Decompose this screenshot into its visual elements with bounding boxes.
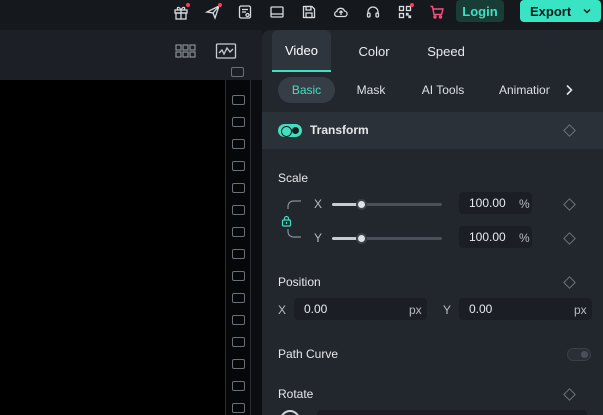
subtab-mask[interactable]: Mask: [344, 77, 398, 103]
film-hole: [232, 337, 245, 347]
tab-color[interactable]: Color: [342, 30, 406, 72]
scale-x-unit: %: [519, 197, 530, 211]
position-label: Position: [278, 275, 321, 289]
gift-icon[interactable]: [171, 2, 191, 22]
position-y-value: 0.00: [469, 302, 493, 316]
chevron-down-icon[interactable]: [582, 6, 592, 16]
save-icon[interactable]: [299, 2, 319, 22]
path-curve-toggle[interactable]: [567, 348, 591, 361]
filmstrip: [225, 80, 251, 415]
export-button[interactable]: Export: [520, 0, 601, 22]
scale-x-value: 100.00: [469, 196, 506, 210]
tab-video[interactable]: Video: [272, 30, 331, 72]
subtab-basic[interactable]: Basic: [278, 77, 335, 103]
notification-dot: [218, 3, 222, 7]
layout-icon[interactable]: [267, 2, 287, 22]
film-hole: [232, 161, 245, 171]
film-hole: [232, 139, 245, 149]
keyframe-diamond-icon[interactable]: [563, 124, 576, 137]
rotate-input[interactable]: [317, 410, 587, 415]
scale-y-value: 100.00: [469, 230, 506, 244]
headset-icon[interactable]: [363, 2, 383, 22]
path-curve-label: Path Curve: [278, 347, 339, 361]
film-hole: [232, 117, 245, 127]
preview-toolbar: [0, 30, 262, 80]
keyframe-diamond-icon[interactable]: [563, 388, 576, 401]
sub-tabs: Basic Mask AI Tools Animation: [262, 72, 603, 108]
send-icon[interactable]: [203, 2, 223, 22]
keyframe-diamond-icon[interactable]: [563, 276, 576, 289]
film-hole: [232, 293, 245, 303]
film-hole: [231, 67, 244, 77]
film-hole: [232, 359, 245, 369]
rotate-dial[interactable]: [280, 410, 300, 415]
position-y-unit: px: [574, 303, 587, 317]
rotate-label: Rotate: [278, 387, 314, 401]
scale-y-slider-knob[interactable]: [356, 233, 367, 244]
notification-dot: [410, 3, 414, 7]
film-hole: [232, 315, 245, 325]
scale-x-label: X: [314, 197, 323, 211]
film-hole: [232, 381, 245, 391]
tab-speed[interactable]: Speed: [417, 30, 475, 72]
transform-header: Transform: [262, 112, 603, 149]
keyframe-diamond-icon[interactable]: [563, 232, 576, 245]
cloud-upload-icon[interactable]: [331, 2, 351, 22]
film-hole: [232, 183, 245, 193]
property-panel: Video Color Speed Basic Mask AI Tools An…: [262, 30, 603, 415]
scale-y-unit: %: [519, 231, 530, 245]
transform-title: Transform: [310, 123, 369, 137]
position-x-value: 0.00: [304, 302, 328, 316]
position-x-label: X: [278, 303, 287, 317]
film-hole: [232, 205, 245, 215]
scale-y-slider[interactable]: [332, 237, 442, 240]
film-hole: [232, 271, 245, 281]
film-hole: [232, 227, 245, 237]
position-x-input[interactable]: 0.00: [294, 298, 427, 320]
film-hole: [232, 249, 245, 259]
position-y-label: Y: [443, 303, 452, 317]
preview-edge: [251, 80, 262, 415]
grid-icon[interactable]: [395, 2, 415, 22]
grid-view-icon[interactable]: [175, 42, 197, 60]
scale-label: Scale: [278, 171, 309, 185]
main-tabs: Video Color Speed: [262, 30, 603, 72]
position-x-unit: px: [409, 303, 422, 317]
export-label: Export: [530, 3, 572, 19]
notes-icon[interactable]: [235, 2, 255, 22]
scale-x-slider-knob[interactable]: [356, 199, 367, 210]
preview-panel: [0, 30, 262, 415]
waveform-icon[interactable]: [215, 42, 237, 60]
position-y-input[interactable]: 0.00: [459, 298, 592, 320]
film-hole: [232, 403, 245, 413]
film-hole: [232, 95, 245, 105]
lock-icon[interactable]: [281, 215, 292, 227]
scale-x-slider[interactable]: [332, 203, 442, 206]
keyframe-diamond-icon[interactable]: [563, 198, 576, 211]
chevron-right-icon[interactable]: [562, 83, 576, 97]
scale-y-label: Y: [314, 231, 323, 245]
cart-icon[interactable]: [427, 2, 447, 22]
login-button[interactable]: Login: [456, 0, 504, 22]
transform-toggle[interactable]: [278, 124, 302, 137]
notification-dot: [186, 3, 190, 7]
subtab-ai-tools[interactable]: AI Tools: [410, 77, 476, 103]
top-toolbar: Login Export: [0, 0, 603, 24]
subtab-animation[interactable]: Animation: [488, 77, 550, 103]
